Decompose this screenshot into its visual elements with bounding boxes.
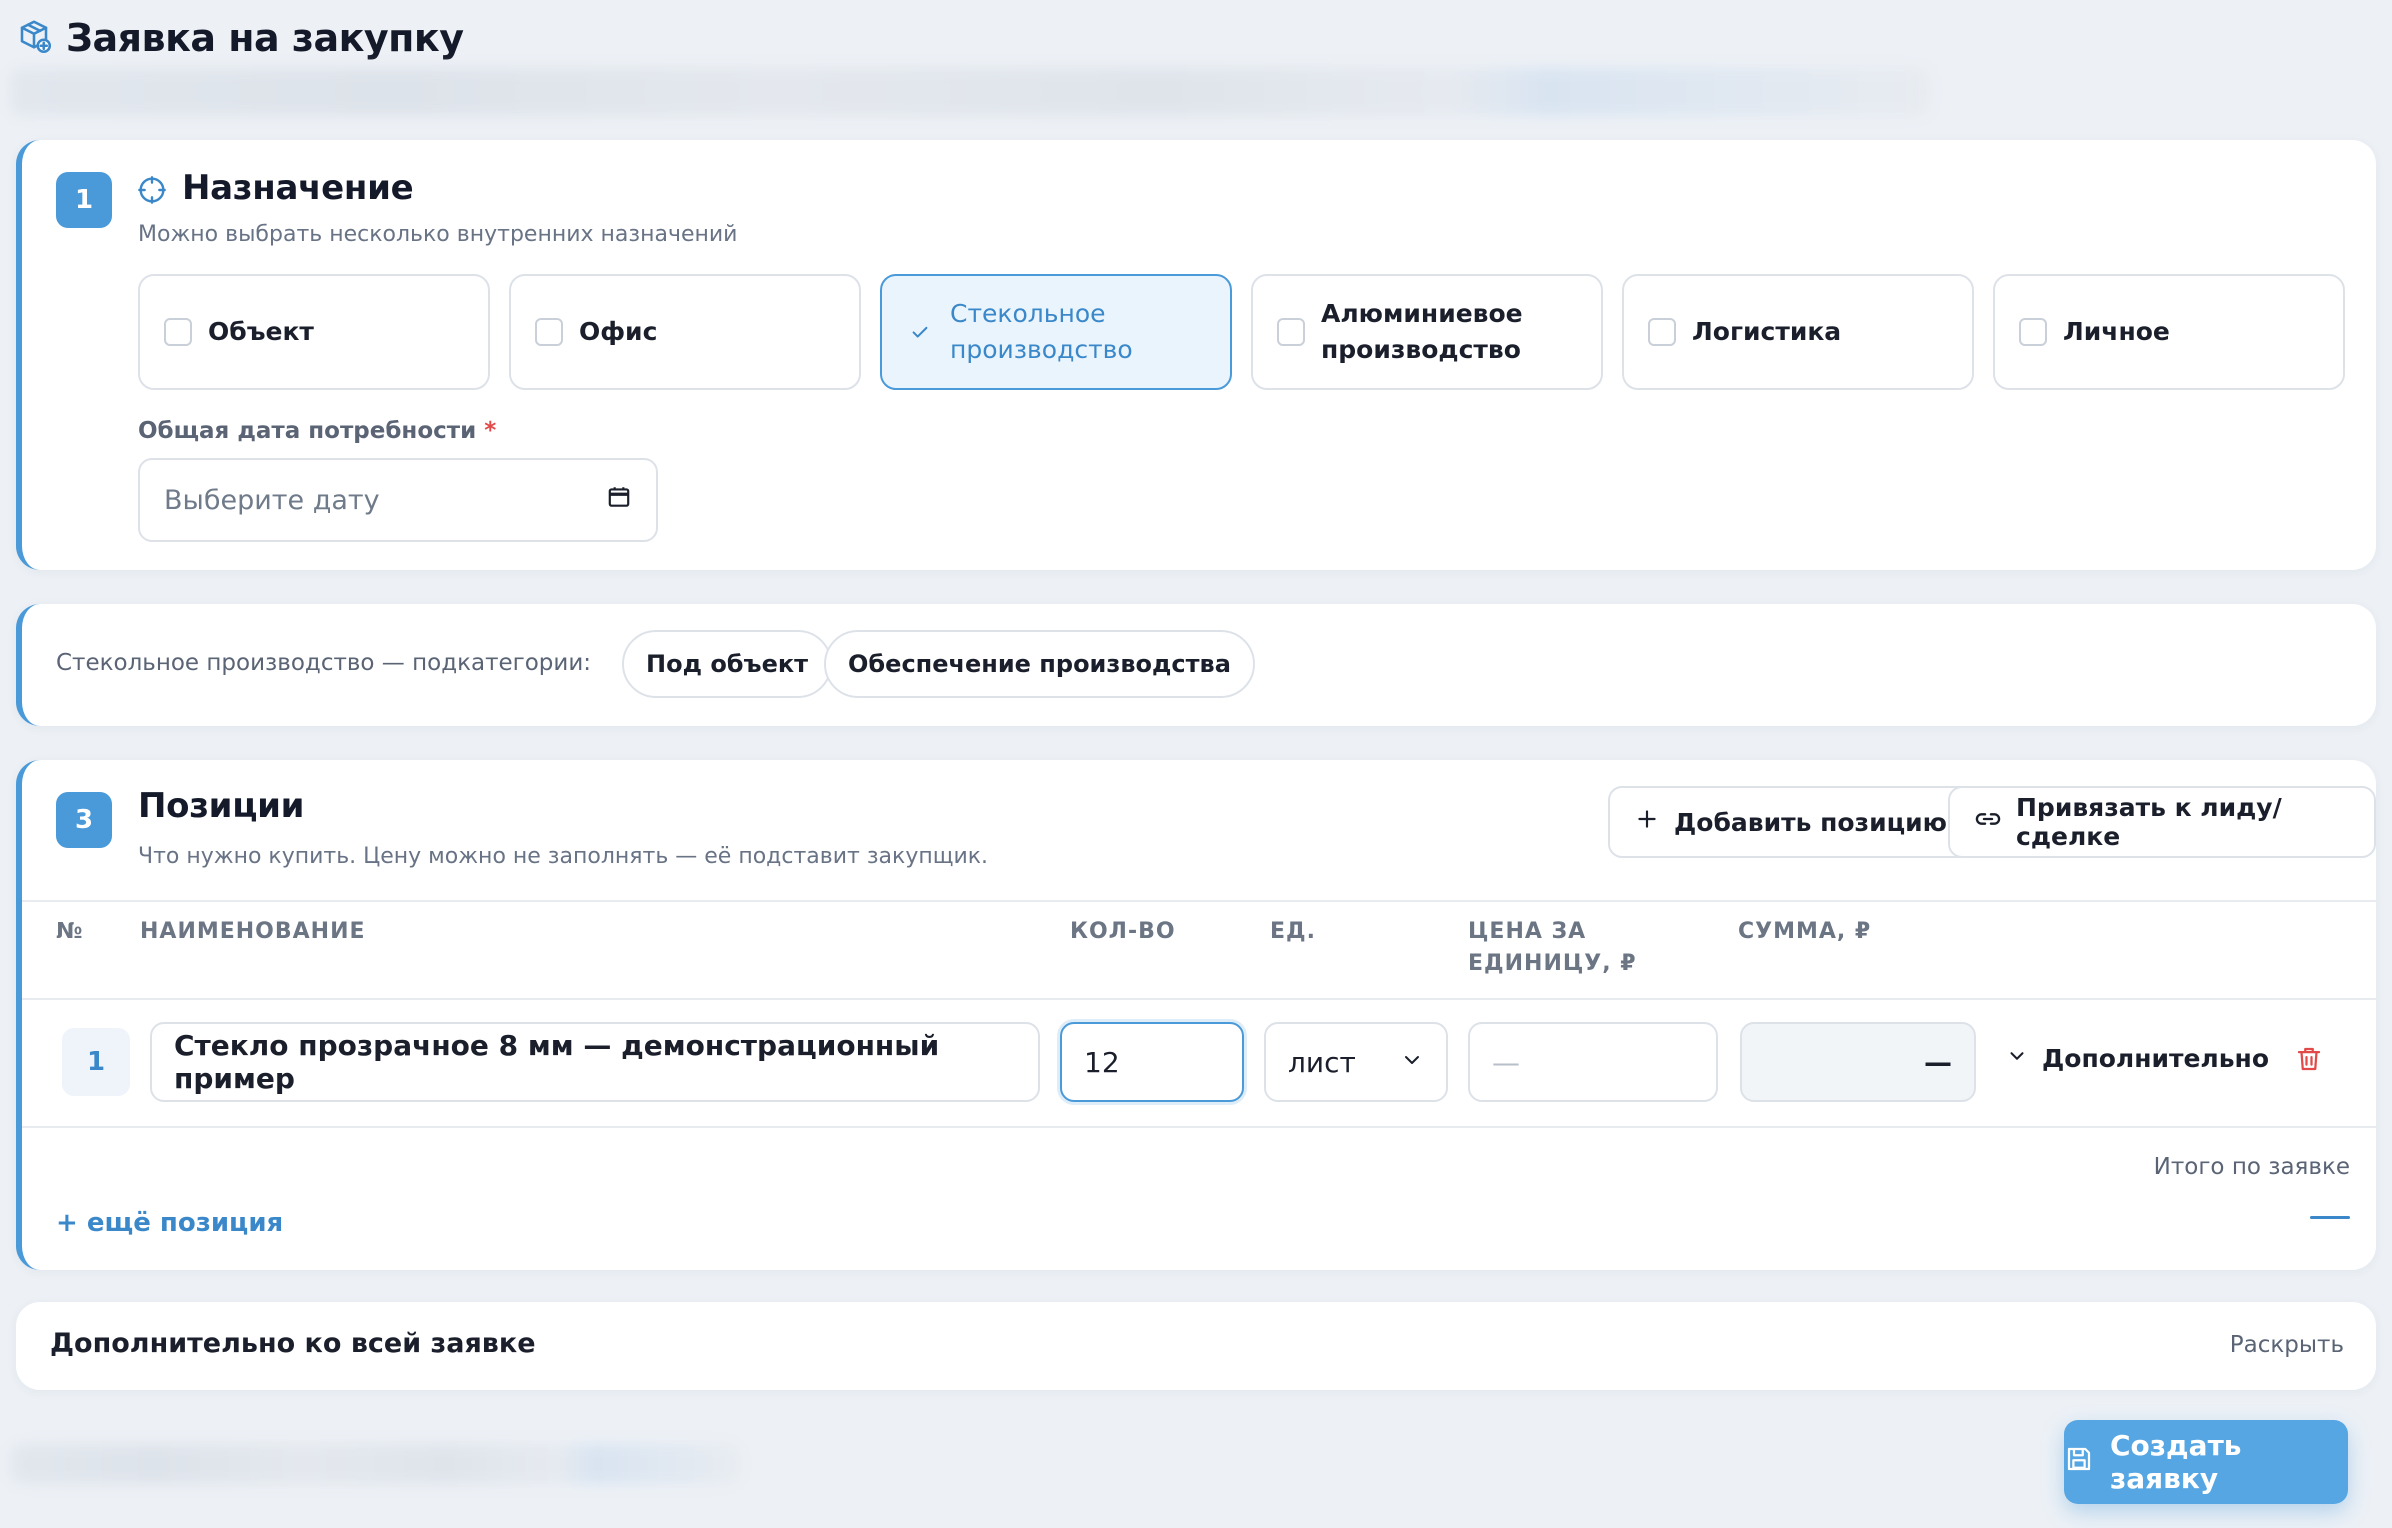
price-input[interactable]: — — [1468, 1022, 1718, 1102]
chevron-down-icon — [1400, 1046, 1424, 1079]
extra-title: Дополнительно ко всей заявке — [50, 1328, 536, 1359]
col-header-name: Наименование — [140, 919, 366, 944]
trash-icon[interactable] — [2294, 1044, 2324, 1078]
col-header-qty: Кол-во — [1070, 919, 1176, 944]
row-more-button[interactable]: Дополнительно — [2006, 1044, 2269, 1073]
checkbox[interactable] — [1648, 318, 1676, 346]
option-label: Логистика — [1692, 317, 1842, 346]
expand-link[interactable]: Раскрыть — [2230, 1332, 2344, 1358]
blurred-toolbar — [10, 68, 1930, 116]
option-label: Стекольное производство — [950, 299, 1133, 364]
section-title: Назначение — [182, 168, 414, 208]
subcategories-label: Стекольное производство — подкатегории: — [56, 650, 592, 676]
extra-card[interactable]: Дополнительно ко всей заявке Раскрыть — [16, 1302, 2376, 1390]
positions-card: 3 Позиции Что нужно купить. Цену можно н… — [16, 760, 2376, 1270]
total-label: Итого по заявке — [2153, 1154, 2350, 1180]
create-request-button[interactable]: Создать заявку — [2064, 1420, 2348, 1504]
option-label: Офис — [579, 317, 658, 346]
plus-icon — [1634, 806, 1660, 838]
required-mark: * — [484, 418, 497, 444]
checkbox[interactable] — [2019, 318, 2047, 346]
option-label: Личное — [2063, 317, 2170, 346]
date-field-label: Общая дата потребности * — [138, 418, 496, 444]
item-name-input[interactable]: Стекло прозрачное 8 мм — демонстрационны… — [150, 1022, 1040, 1102]
check-icon[interactable] — [906, 318, 934, 346]
section-subtitle: Можно выбрать несколько внутренних назна… — [138, 222, 738, 247]
unit-select[interactable]: лист — [1264, 1022, 1448, 1102]
row-number: 1 — [62, 1028, 130, 1096]
section-title: Позиции — [138, 786, 305, 826]
col-header-sum: Сумма, ₽ — [1738, 919, 1872, 944]
option-office[interactable]: Офис — [509, 274, 861, 390]
link-icon — [1974, 805, 2002, 839]
qty-input[interactable]: 12 — [1060, 1022, 1244, 1102]
divider — [22, 1126, 2376, 1128]
box-plus-icon — [16, 18, 52, 58]
chip-production-supply[interactable]: Обеспечение производства — [824, 630, 1255, 698]
checkbox[interactable] — [1277, 318, 1305, 346]
option-glass-production[interactable]: Стекольное производство — [880, 274, 1232, 390]
table-row: 1 Стекло прозрачное 8 мм — демонстрацион… — [22, 1022, 2376, 1102]
add-more-position-link[interactable]: + ещё позиция — [56, 1208, 283, 1238]
step-badge: 1 — [56, 172, 112, 228]
subcategories-card: Стекольное производство — подкатегории: … — [16, 604, 2376, 726]
option-label: Объект — [208, 317, 314, 346]
chip-label: Под объект — [646, 650, 809, 678]
add-position-button[interactable]: Добавить позицию — [1608, 786, 1973, 858]
link-deal-label: Привязать к лиду/сделке — [2016, 793, 2282, 851]
col-header-num: № — [56, 919, 84, 944]
save-icon — [2064, 1444, 2094, 1481]
page-title: Заявка на закупку — [66, 16, 464, 60]
section-subtitle: Что нужно купить. Цену можно не заполнят… — [138, 844, 989, 869]
link-deal-button[interactable]: Привязать к лиду/сделке — [1948, 786, 2376, 858]
add-position-label: Добавить позицию — [1674, 807, 1947, 837]
blurred-footer — [10, 1444, 740, 1484]
target-icon — [136, 174, 168, 206]
purpose-card: 1 Назначение Можно выбрать несколько вну… — [16, 140, 2376, 570]
date-label-text: Общая дата потребности — [138, 418, 477, 444]
checkbox[interactable] — [164, 318, 192, 346]
option-label: Алюминиевое производство — [1321, 299, 1523, 364]
create-request-label: Создать заявку — [2110, 1429, 2242, 1495]
divider — [22, 998, 2376, 1000]
option-logistics[interactable]: Логистика — [1622, 274, 1974, 390]
chip-label: Обеспечение производства — [848, 650, 1231, 678]
col-header-price: Цена за единицу, ₽ — [1468, 919, 1637, 976]
option-aluminum-production[interactable]: Алюминиевое производство — [1251, 274, 1603, 390]
divider — [22, 900, 2376, 902]
total-value-dash — [2310, 1216, 2350, 1219]
sum-field: — — [1740, 1022, 1976, 1102]
calendar-icon[interactable] — [606, 484, 632, 517]
chip-for-object[interactable]: Под объект — [622, 630, 833, 698]
row-more-label: Дополнительно — [2042, 1044, 2270, 1073]
date-placeholder: Выберите дату — [164, 484, 380, 516]
unit-value: лист — [1288, 1045, 1356, 1079]
page-header: Заявка на закупку — [16, 16, 464, 60]
step-badge: 3 — [56, 792, 112, 848]
option-personal[interactable]: Личное — [1993, 274, 2345, 390]
chevron-down-icon — [2006, 1044, 2028, 1073]
option-object[interactable]: Объект — [138, 274, 490, 390]
date-input[interactable]: Выберите дату — [138, 458, 658, 542]
checkbox[interactable] — [535, 318, 563, 346]
col-header-unit: Ед. — [1270, 919, 1316, 944]
